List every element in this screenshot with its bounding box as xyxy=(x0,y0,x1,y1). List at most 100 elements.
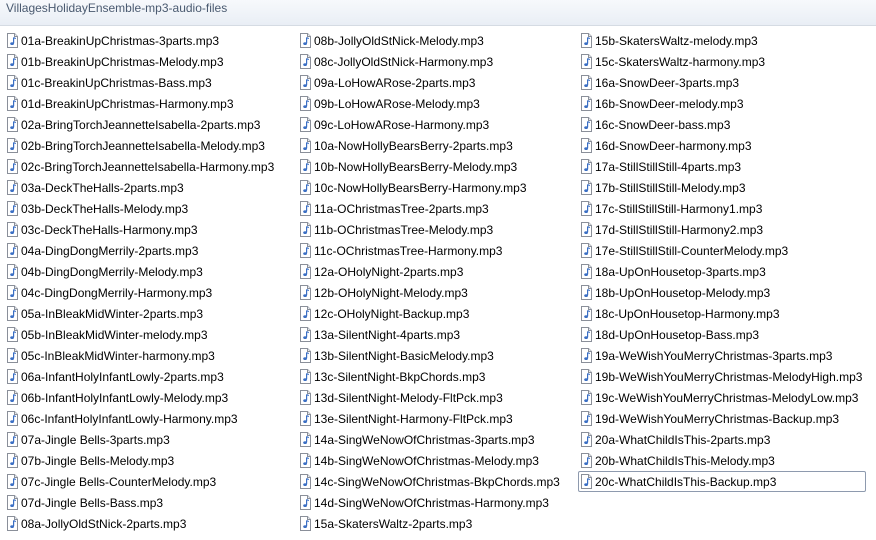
file-item[interactable]: 17b-StillStillStill-Melody.mp3 xyxy=(578,177,866,198)
file-item[interactable]: 17a-StillStillStill-4parts.mp3 xyxy=(578,156,866,177)
file-item[interactable]: 01c-BreakinUpChristmas-Bass.mp3 xyxy=(4,72,278,93)
file-item[interactable]: 18a-UpOnHousetop-3parts.mp3 xyxy=(578,261,866,282)
file-item[interactable]: 01d-BreakinUpChristmas-Harmony.mp3 xyxy=(4,93,278,114)
file-item[interactable]: 04c-DingDongMerrily-Harmony.mp3 xyxy=(4,282,278,303)
file-name: 19c-WeWishYouMerryChristmas-MelodyLow.mp… xyxy=(595,390,859,405)
file-item[interactable]: 02b-BringTorchJeannetteIsabella-Melody.m… xyxy=(4,135,278,156)
mp3-audio-file-icon xyxy=(7,495,18,510)
file-item[interactable]: 05b-InBleakMidWinter-melody.mp3 xyxy=(4,324,278,345)
mp3-audio-file-icon xyxy=(300,201,311,216)
file-item[interactable]: 08c-JollyOldStNick-Harmony.mp3 xyxy=(297,51,564,72)
file-item[interactable]: 12b-OHolyNight-Melody.mp3 xyxy=(297,282,564,303)
file-item[interactable]: 13b-SilentNight-BasicMelody.mp3 xyxy=(297,345,564,366)
file-item[interactable]: 03a-DeckTheHalls-2parts.mp3 xyxy=(4,177,278,198)
file-item[interactable]: 15a-SkatersWaltz-2parts.mp3 xyxy=(297,513,564,534)
file-item[interactable]: 09c-LoHowARose-Harmony.mp3 xyxy=(297,114,564,135)
file-item[interactable]: 14d-SingWeNowOfChristmas-Harmony.mp3 xyxy=(297,492,564,513)
file-item[interactable]: 18b-UpOnHousetop-Melody.mp3 xyxy=(578,282,866,303)
file-item[interactable]: 07a-Jingle Bells-3parts.mp3 xyxy=(4,429,278,450)
file-column-2: 08b-JollyOldStNick-Melody.mp3 08c-JollyOl… xyxy=(297,30,564,534)
file-item[interactable]: 14c-SingWeNowOfChristmas-BkpChords.mp3 xyxy=(297,471,564,492)
file-name: 02c-BringTorchJeannetteIsabella-Harmony.… xyxy=(21,159,275,174)
file-item[interactable]: 06a-InfantHolyInfantLowly-2parts.mp3 xyxy=(4,366,278,387)
file-item[interactable]: 03c-DeckTheHalls-Harmony.mp3 xyxy=(4,219,278,240)
file-item[interactable]: 11a-OChristmasTree-2parts.mp3 xyxy=(297,198,564,219)
file-item[interactable]: 10b-NowHollyBearsBerry-Melody.mp3 xyxy=(297,156,564,177)
file-name: 07b-Jingle Bells-Melody.mp3 xyxy=(21,453,175,468)
file-item[interactable]: 16b-SnowDeer-melody.mp3 xyxy=(578,93,866,114)
file-item[interactable]: 08a-JollyOldStNick-2parts.mp3 xyxy=(4,513,278,534)
file-item[interactable]: 13a-SilentNight-4parts.mp3 xyxy=(297,324,564,345)
file-item[interactable]: 02c-BringTorchJeannetteIsabella-Harmony.… xyxy=(4,156,278,177)
file-item[interactable]: 07d-Jingle Bells-Bass.mp3 xyxy=(4,492,278,513)
file-item[interactable]: 12a-OHolyNight-2parts.mp3 xyxy=(297,261,564,282)
file-item[interactable]: 19b-WeWishYouMerryChristmas-MelodyHigh.m… xyxy=(578,366,866,387)
file-name: 14b-SingWeNowOfChristmas-Melody.mp3 xyxy=(314,453,539,468)
file-item[interactable]: 01b-BreakinUpChristmas-Melody.mp3 xyxy=(4,51,278,72)
file-item[interactable]: 04b-DingDongMerrily-Melody.mp3 xyxy=(4,261,278,282)
file-item[interactable]: 17c-StillStillStill-Harmony1.mp3 xyxy=(578,198,866,219)
mp3-audio-file-icon xyxy=(7,327,18,342)
file-item[interactable]: 04a-DingDongMerrily-2parts.mp3 xyxy=(4,240,278,261)
file-item[interactable]: 18d-UpOnHousetop-Bass.mp3 xyxy=(578,324,866,345)
mp3-audio-file-icon xyxy=(7,222,18,237)
file-item[interactable]: 01a-BreakinUpChristmas-3parts.mp3 xyxy=(4,30,278,51)
file-item[interactable]: 18c-UpOnHousetop-Harmony.mp3 xyxy=(578,303,866,324)
file-item[interactable]: 05c-InBleakMidWinter-harmony.mp3 xyxy=(4,345,278,366)
mp3-audio-file-icon xyxy=(581,285,592,300)
file-item[interactable]: 14a-SingWeNowOfChristmas-3parts.mp3 xyxy=(297,429,564,450)
file-item[interactable]: 19a-WeWishYouMerryChristmas-3parts.mp3 xyxy=(578,345,866,366)
file-name: 17d-StillStillStill-Harmony2.mp3 xyxy=(595,222,764,237)
file-item[interactable]: 15c-SkatersWaltz-harmony.mp3 xyxy=(578,51,866,72)
file-item[interactable]: 15b-SkatersWaltz-melody.mp3 xyxy=(578,30,866,51)
mp3-audio-file-icon xyxy=(7,159,18,174)
mp3-audio-file-icon xyxy=(300,117,311,132)
file-name: 10b-NowHollyBearsBerry-Melody.mp3 xyxy=(314,159,518,174)
file-item[interactable]: 13d-SilentNight-Melody-FltPck.mp3 xyxy=(297,387,564,408)
file-item[interactable]: 16a-SnowDeer-3parts.mp3 xyxy=(578,72,866,93)
file-item[interactable]: 06c-InfantHolyInfantLowly-Harmony.mp3 xyxy=(4,408,278,429)
mp3-audio-file-icon xyxy=(581,369,592,384)
file-item[interactable]: 09a-LoHowARose-2parts.mp3 xyxy=(297,72,564,93)
file-name: 14d-SingWeNowOfChristmas-Harmony.mp3 xyxy=(314,495,549,510)
file-item[interactable]: 16d-SnowDeer-harmony.mp3 xyxy=(578,135,866,156)
file-item[interactable]: 11c-OChristmasTree-Harmony.mp3 xyxy=(297,240,564,261)
file-name: 10c-NowHollyBearsBerry-Harmony.mp3 xyxy=(314,180,527,195)
file-item[interactable]: 09b-LoHowARose-Melody.mp3 xyxy=(297,93,564,114)
file-item[interactable]: 13e-SilentNight-Harmony-FltPck.mp3 xyxy=(297,408,564,429)
file-name: 16d-SnowDeer-harmony.mp3 xyxy=(595,138,752,153)
mp3-audio-file-icon xyxy=(7,180,18,195)
mp3-audio-file-icon xyxy=(581,159,592,174)
file-item[interactable]: 08b-JollyOldStNick-Melody.mp3 xyxy=(297,30,564,51)
file-item[interactable]: 11b-OChristmasTree-Melody.mp3 xyxy=(297,219,564,240)
file-item[interactable]: 06b-InfantHolyInfantLowly-Melody.mp3 xyxy=(4,387,278,408)
file-item[interactable]: 13c-SilentNight-BkpChords.mp3 xyxy=(297,366,564,387)
file-item[interactable]: 10c-NowHollyBearsBerry-Harmony.mp3 xyxy=(297,177,564,198)
file-item[interactable]: 17e-StillStillStill-CounterMelody.mp3 xyxy=(578,240,866,261)
file-item[interactable]: 14b-SingWeNowOfChristmas-Melody.mp3 xyxy=(297,450,564,471)
file-item[interactable]: 20c-WhatChildIsThis-Backup.mp3 xyxy=(578,471,867,492)
file-item[interactable]: 12c-OHolyNight-Backup.mp3 xyxy=(297,303,564,324)
file-name: 09c-LoHowARose-Harmony.mp3 xyxy=(314,117,490,132)
file-item[interactable]: 19c-WeWishYouMerryChristmas-MelodyLow.mp… xyxy=(578,387,866,408)
file-item[interactable]: 16c-SnowDeer-bass.mp3 xyxy=(578,114,866,135)
file-item[interactable]: 20a-WhatChildIsThis-2parts.mp3 xyxy=(578,429,866,450)
file-item[interactable]: 03b-DeckTheHalls-Melody.mp3 xyxy=(4,198,278,219)
mp3-audio-file-icon xyxy=(300,75,311,90)
file-item[interactable]: 02a-BringTorchJeannetteIsabella-2parts.m… xyxy=(4,114,278,135)
file-item[interactable]: 17d-StillStillStill-Harmony2.mp3 xyxy=(578,219,866,240)
mp3-audio-file-icon xyxy=(581,348,592,363)
file-item[interactable]: 19d-WeWishYouMerryChristmas-Backup.mp3 xyxy=(578,408,866,429)
mp3-audio-file-icon xyxy=(581,390,592,405)
file-name: 07c-Jingle Bells-CounterMelody.mp3 xyxy=(21,474,217,489)
mp3-audio-file-icon xyxy=(581,453,592,468)
mp3-audio-file-icon xyxy=(581,96,592,111)
mp3-audio-file-icon xyxy=(300,285,311,300)
file-item[interactable]: 07b-Jingle Bells-Melody.mp3 xyxy=(4,450,278,471)
file-item[interactable]: 05a-InBleakMidWinter-2parts.mp3 xyxy=(4,303,278,324)
file-name: 17e-StillStillStill-CounterMelody.mp3 xyxy=(595,243,789,258)
file-item[interactable]: 20b-WhatChildIsThis-Melody.mp3 xyxy=(578,450,866,471)
file-item[interactable]: 07c-Jingle Bells-CounterMelody.mp3 xyxy=(4,471,278,492)
file-name: 06b-InfantHolyInfantLowly-Melody.mp3 xyxy=(21,390,229,405)
file-item[interactable]: 10a-NowHollyBearsBerry-2parts.mp3 xyxy=(297,135,564,156)
